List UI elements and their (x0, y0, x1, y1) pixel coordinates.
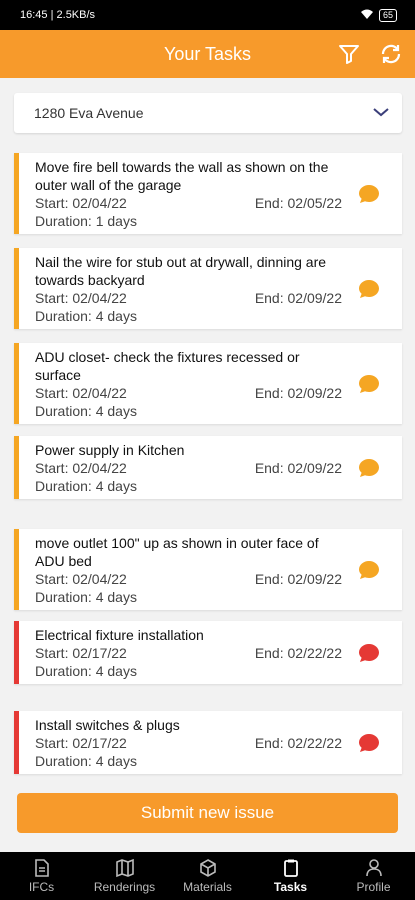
task-end: End: 02/09/22 (254, 290, 342, 306)
task-duration: Duration: 4 days (35, 308, 137, 324)
task-duration: Duration: 4 days (35, 478, 137, 494)
submit-new-issue-button[interactable]: Submit new issue (17, 793, 398, 833)
task-duration: Duration: 4 days (35, 753, 137, 769)
task-end: End: 02/22/22 (254, 645, 342, 661)
task-title: ADU closet- check the fixtures recessed … (35, 349, 300, 383)
task-title: Move fire bell towards the wall as shown… (35, 159, 329, 193)
nav-tasks[interactable]: Tasks (251, 858, 331, 894)
task-card[interactable]: Power supply in Kitchen Start: 02/04/22 E… (14, 436, 402, 499)
status-right: 65 (360, 8, 397, 23)
comment-icon[interactable] (358, 643, 380, 663)
project-dropdown[interactable]: 1280 Eva Avenue (14, 93, 402, 133)
map-icon (115, 858, 134, 878)
project-selected-value: 1280 Eva Avenue (34, 105, 144, 121)
chevron-down-icon (372, 105, 390, 121)
task-card[interactable]: move outlet 100" up as shown in outer fa… (14, 529, 402, 610)
nav-label: Materials (183, 880, 232, 894)
status-left: 16:45 | 2.5KB/s (20, 9, 96, 21)
bottom-nav: IFCs Renderings Materials Tasks Profile (0, 852, 415, 900)
nav-label: Profile (356, 880, 391, 894)
nav-label: Tasks (273, 880, 308, 894)
task-card[interactable]: Move fire bell towards the wall as shown… (14, 153, 402, 234)
status-time: 16:45 (20, 9, 48, 21)
app-header: Your Tasks (0, 30, 415, 78)
comment-icon[interactable] (358, 279, 380, 299)
filter-icon[interactable] (337, 42, 361, 66)
task-start: Start: 02/04/22 (35, 571, 127, 587)
nav-renderings[interactable]: Renderings (85, 858, 165, 894)
task-end: End: 02/05/22 (254, 195, 342, 211)
task-card[interactable]: Nail the wire for stub out at drywall, d… (14, 248, 402, 329)
task-card[interactable]: ADU closet- check the fixtures recessed … (14, 343, 402, 424)
task-card[interactable]: Electrical fixture installation Start: 0… (14, 621, 402, 684)
nav-ifcs[interactable]: IFCs (2, 858, 82, 894)
page-title: Your Tasks (163, 43, 252, 64)
battery-icon: 65 (378, 8, 397, 22)
document-icon (34, 859, 49, 877)
task-end: End: 02/22/22 (254, 735, 342, 751)
task-duration: Duration: 4 days (35, 589, 137, 605)
person-icon (365, 859, 382, 877)
status-speed: 2.5KB/s (56, 9, 96, 21)
task-end: End: 02/09/22 (254, 385, 342, 401)
nav-label: IFCs (28, 880, 55, 894)
task-end: End: 02/09/22 (254, 571, 342, 587)
nav-materials[interactable]: Materials (168, 858, 248, 894)
task-duration: Duration: 1 days (35, 213, 137, 229)
comment-icon[interactable] (358, 733, 380, 753)
task-title: Electrical fixture installation (35, 627, 204, 643)
nav-profile[interactable]: Profile (334, 858, 414, 894)
task-start: Start: 02/17/22 (35, 645, 127, 661)
refresh-icon[interactable] (379, 42, 403, 66)
clipboard-icon (283, 859, 298, 877)
task-card[interactable]: Install switches & plugs Start: 02/17/22… (14, 711, 402, 774)
task-start: Start: 02/04/22 (35, 195, 127, 211)
comment-icon[interactable] (358, 374, 380, 394)
task-start: Start: 02/04/22 (35, 385, 127, 401)
task-duration: Duration: 4 days (35, 663, 137, 679)
task-title: Power supply in Kitchen (35, 442, 185, 458)
nav-label: Renderings (93, 880, 156, 894)
comment-icon[interactable] (358, 184, 380, 204)
status-bar: 16:45 | 2.5KB/s 65 (0, 0, 415, 30)
task-duration: Duration: 4 days (35, 403, 137, 419)
task-title: Nail the wire for stub out at drywall, d… (35, 254, 327, 288)
comment-icon[interactable] (358, 458, 380, 478)
task-start: Start: 02/04/22 (35, 290, 127, 306)
task-title: Install switches & plugs (35, 717, 180, 733)
task-title: move outlet 100" up as shown in outer fa… (35, 535, 319, 569)
comment-icon[interactable] (358, 560, 380, 580)
task-end: End: 02/09/22 (254, 460, 342, 476)
task-start: Start: 02/17/22 (35, 735, 127, 751)
box-icon (199, 859, 216, 877)
wifi-icon (360, 8, 374, 23)
task-start: Start: 02/04/22 (35, 460, 127, 476)
